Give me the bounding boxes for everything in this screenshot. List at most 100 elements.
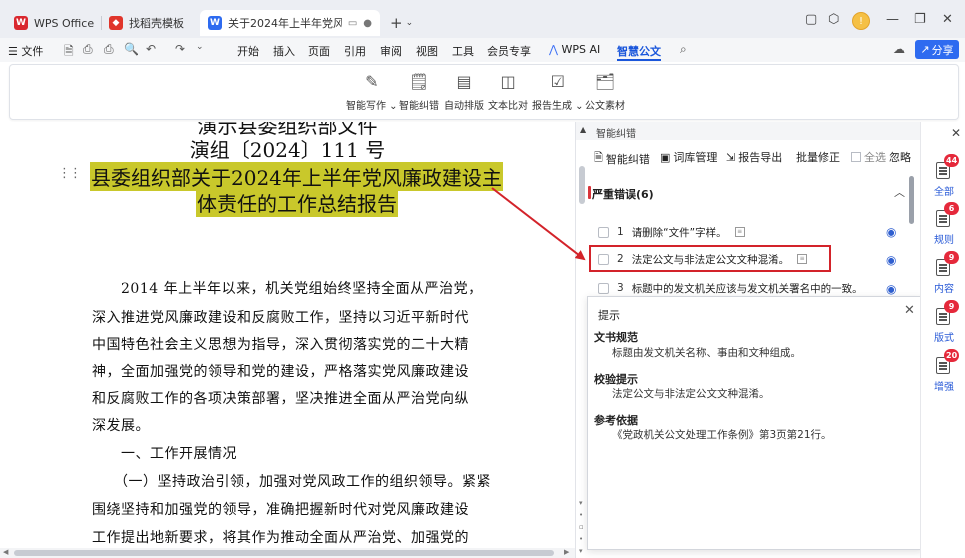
tab-wps-office[interactable]: W WPS Office — [6, 10, 101, 36]
close-panel-icon[interactable]: ✕ — [951, 126, 961, 140]
smart-writing-button[interactable]: ✎ 智能写作 ⌄ — [346, 73, 398, 113]
menu-tools[interactable]: 工具 — [452, 43, 474, 59]
drag-handle-icon[interactable]: ⋮⋮ — [58, 166, 82, 181]
tab-label: 关于2024年上半年党风廉政建 — [228, 17, 342, 30]
body-line: 深入推进党风廉政建设和反腐败工作，坚持以习近平新时代 — [92, 310, 469, 326]
select-all-checkbox[interactable]: 全选 — [851, 149, 886, 165]
document-material-button[interactable]: 🗂 公文素材 — [585, 73, 625, 113]
hint-label: 文书规范 — [594, 331, 638, 344]
hint-label: 参考依据 — [594, 414, 638, 427]
search-icon[interactable]: ⌕ — [680, 42, 687, 57]
smart-proofread-button[interactable]: 🗒 智能纠错 — [399, 72, 439, 113]
file-menu[interactable]: ☰ 文件 — [8, 43, 43, 59]
redo-icon[interactable]: ↷ — [175, 42, 185, 56]
tab-docer-templates[interactable]: ◆ 找稻壳模板 — [101, 10, 199, 36]
writer-doc-icon: W — [208, 16, 222, 30]
chevron-up-icon[interactable]: ︿ — [894, 184, 905, 200]
save-icon[interactable]: 🗎 — [64, 42, 74, 63]
section-heading: 一、工作开展情况 — [92, 446, 237, 462]
tab-current-document[interactable]: W 关于2024年上半年党风廉政建 ▭ ● — [200, 10, 380, 36]
menu-reference[interactable]: 引用 — [344, 43, 366, 59]
rail-label: 增强 — [934, 382, 954, 393]
tool-label: 报告导出 — [738, 151, 783, 164]
menu-wps-ai-label: WPS AI — [561, 43, 601, 56]
window-layout-icon[interactable]: ▢ — [805, 12, 817, 27]
document-icon: 20 — [934, 349, 960, 375]
rail-label: 版式 — [934, 333, 954, 344]
ribbon-label: 智能写作 ⌄ — [346, 101, 398, 112]
scrollbar-thumb[interactable] — [909, 176, 914, 224]
ignore-button[interactable]: 忽略 — [889, 149, 911, 165]
horizontal-scrollbar[interactable]: ◀ ▶ — [0, 548, 575, 558]
rail-item-format[interactable]: 9 版式 — [925, 300, 963, 344]
print-icon[interactable]: ⎙ — [104, 42, 114, 57]
wps-ai-icon: ⋀ — [549, 43, 559, 56]
menu-member[interactable]: 会员专享 — [487, 43, 531, 59]
hint-title: 提示 — [598, 309, 620, 322]
menu-review[interactable]: 审阅 — [380, 43, 402, 59]
error-text: 标题中的发文机关应该与发文机关署名中的一致。 — [631, 282, 863, 295]
text-compare-button[interactable]: ◫ 文本比对 — [488, 73, 528, 113]
error-text: 请删除“文件”字样。 — [631, 226, 727, 239]
category-rail: ✕ 44 全部 6 规则 9 内容 9 版式 20 增强 — [920, 122, 965, 558]
scroll-nav-icon[interactable]: ▾ • ▫ • ▾ — [579, 497, 584, 557]
scroll-left-icon[interactable]: ◀ — [3, 548, 8, 556]
ribbon-label: 智能纠错 — [399, 101, 439, 112]
undo-icon[interactable]: ↶ — [146, 42, 156, 56]
lexicon-manage-tool[interactable]: ▣ 词库管理 — [660, 149, 717, 165]
document-page[interactable]: 演示县委组织部文件 演组〔2024〕111 号 ⋮⋮ 县委组织部关于2024年上… — [0, 122, 575, 548]
rail-item-enhance[interactable]: 20 增强 — [925, 349, 963, 393]
smart-proofread-tool[interactable]: 🗎 智能纠错 — [594, 149, 650, 168]
rail-label: 全部 — [934, 187, 954, 198]
report-generate-button[interactable]: ☑ 报告生成 ⌄ — [532, 72, 584, 113]
chevron-down-icon: ⌄ — [405, 18, 414, 28]
menu-view[interactable]: 视图 — [416, 43, 438, 59]
skin-icon[interactable]: ⬡ — [828, 12, 839, 27]
tab-label: WPS Office — [34, 16, 95, 30]
error-checkbox[interactable] — [598, 226, 609, 238]
document-number: 演组〔2024〕111 号 — [189, 138, 386, 162]
eye-icon[interactable]: ◉ — [886, 253, 896, 267]
report-icon: ☑ — [550, 72, 565, 91]
more-chevron-icon[interactable]: ⌄ — [196, 42, 204, 52]
collapse-icon[interactable]: ▲ — [580, 125, 586, 134]
scroll-right-icon[interactable]: ▶ — [564, 548, 569, 556]
menu-home[interactable]: 开始 — [237, 43, 259, 59]
new-tab-button[interactable]: + ⌄ — [390, 14, 413, 32]
auto-layout-button[interactable]: ▤ 自动排版 — [444, 73, 484, 113]
eye-icon[interactable]: ◉ — [886, 225, 896, 239]
close-icon[interactable]: ✕ — [942, 12, 953, 27]
menu-wps-ai[interactable]: ⋀ WPS AI — [549, 43, 600, 56]
menu-page[interactable]: 页面 — [308, 43, 330, 59]
menu-smart-document[interactable]: 智慧公文 — [617, 43, 661, 59]
print-preview-icon[interactable]: 🔍 — [124, 42, 139, 56]
eye-icon[interactable]: ◉ — [886, 282, 896, 296]
lexicon-icon: ▣ — [660, 150, 671, 164]
panel-toolbar: 🗎 智能纠错 ▣ 词库管理 ⇲ 报告导出 批量修正 全选 忽略 — [576, 144, 921, 170]
error-checkbox[interactable] — [598, 282, 609, 294]
close-icon[interactable]: ✕ — [904, 303, 915, 318]
rail-item-content[interactable]: 9 内容 — [925, 251, 963, 295]
cloud-upload-icon[interactable]: ☁ — [893, 42, 905, 56]
minimize-icon[interactable]: — — [886, 12, 899, 27]
menu-insert[interactable]: 插入 — [273, 43, 295, 59]
screen-icon[interactable]: ▭ — [348, 18, 357, 29]
scrollbar-thumb[interactable] — [14, 550, 554, 556]
avatar[interactable]: ! — [852, 12, 870, 30]
body-line: 围绕坚持和加强党的领导，准确把握新时代对党风廉政建设 — [92, 502, 469, 518]
section-title: 严重错误(6) — [592, 188, 654, 201]
error-number: 3 — [617, 282, 624, 294]
proofread-icon: 🗒 — [408, 72, 430, 91]
batch-fix-button[interactable]: 批量修正 — [796, 149, 840, 165]
rail-item-all[interactable]: 44 全部 — [925, 154, 963, 198]
scrollbar-thumb[interactable] — [579, 166, 585, 204]
locate-icon[interactable]: ≡ — [734, 227, 745, 237]
export-pdf-icon[interactable]: ⎙ — [83, 42, 93, 57]
share-button[interactable]: ↗ 分享 — [915, 40, 959, 59]
menu-bar: ☰ 文件 🗎 ⎙ ⎙ 🔍 ↶ ↷ ⌄ 开始 插入 页面 引用 审阅 视图 工具 … — [0, 38, 965, 62]
restore-icon[interactable]: ❐ — [914, 12, 926, 27]
rail-item-rules[interactable]: 6 规则 — [925, 202, 963, 246]
error-item[interactable]: 1 请删除“文件”字样。 ≡ — [598, 221, 898, 243]
report-export-tool[interactable]: ⇲ 报告导出 — [726, 149, 782, 165]
panel-title: 智能纠错 — [596, 129, 636, 140]
